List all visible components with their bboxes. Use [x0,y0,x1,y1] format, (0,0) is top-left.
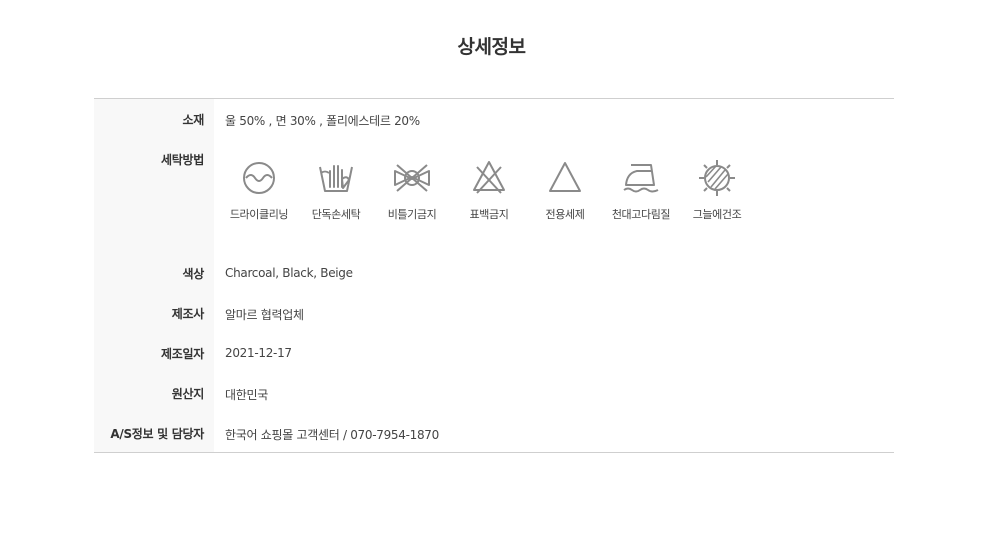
dry-clean-caption: 드라이클리닝 [229,208,289,221]
shade-dry-caption: 그늘에건조 [692,208,742,221]
no-wring-caption: 비틀기금지 [387,208,437,221]
color-value: Charcoal, Black, Beige [225,266,353,280]
product-detail-table: 소재 울 50% , 면 30% , 폴리에스테르 20% 세탁방법 드라이클리… [94,98,894,453]
neutral-detergent-icon [545,157,585,197]
as-contact-label: A/S정보 및 담당자 [110,427,204,441]
color-label: 색상 [182,267,205,281]
as-contact-value: 한국어 쇼핑몰 고객센터 / 070-7954-1870 [225,428,439,442]
dry-clean-icon [239,157,279,197]
manufacturer-value: 알마르 협력업체 [225,308,304,322]
origin-value: 대한민국 [225,388,268,402]
no-wring-icon [392,157,432,197]
origin-label: 원산지 [171,387,205,401]
manufacturer-label: 제조사 [171,307,205,321]
shade-dry-icon [697,157,737,197]
iron-with-cloth-caption: 천대고다림질 [611,208,671,221]
manufacture-date-label: 제조일자 [161,347,204,361]
hand-wash-icon [316,157,356,197]
iron-with-cloth-icon [621,157,661,197]
page-title: 상세정보 [457,36,526,58]
no-bleach-caption: 표백금지 [469,208,509,221]
hand-wash-caption: 단독손세탁 [311,208,361,221]
manufacture-date-value: 2021-12-17 [225,346,292,360]
material-label: 소재 [182,113,205,127]
material-value: 울 50% , 면 30% , 폴리에스테르 20% [225,114,420,128]
neutral-detergent-caption: 전용세제 [545,208,585,221]
washing-label: 세탁방법 [161,153,204,167]
no-bleach-icon [469,157,509,197]
